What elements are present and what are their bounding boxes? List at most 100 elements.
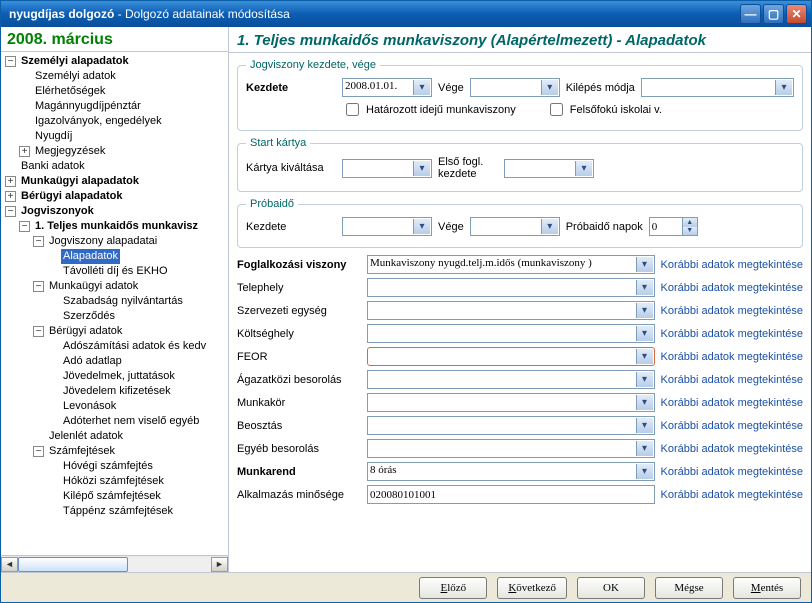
megse-button[interactable]: Mégse bbox=[655, 577, 723, 599]
label-kezdete: Kezdete bbox=[246, 82, 336, 94]
tree-item[interactable]: Hóvégi számfejtés bbox=[61, 459, 155, 474]
tree-item[interactable]: Adószámítási adatok és kedv bbox=[61, 339, 208, 354]
group-probaido: Próbaidő Kezdete Vége Próbaidő napok ▲▼ bbox=[237, 198, 803, 248]
expand-icon[interactable]: − bbox=[33, 281, 44, 292]
legend: Jogviszony kezdete, vége bbox=[246, 59, 380, 71]
scroll-thumb[interactable] bbox=[18, 557, 128, 572]
tree-item[interactable]: Táppénz számfejtések bbox=[61, 504, 175, 519]
foglviszony-combo[interactable]: Munkaviszony nyugd.telj.m.idős (munkavis… bbox=[367, 255, 655, 274]
tree-item[interactable]: Adóterhet nem viselő egyéb bbox=[61, 414, 201, 429]
nav-tree[interactable]: −Személyi alapadatok Személyi adatok Elé… bbox=[1, 52, 228, 555]
expand-icon[interactable]: + bbox=[5, 191, 16, 202]
tree-item[interactable]: Magánnyugdíjpénztár bbox=[33, 99, 143, 114]
tree-item[interactable]: Levonások bbox=[61, 399, 118, 414]
tree-item[interactable]: Jogviszony alapadatai bbox=[47, 234, 159, 249]
expand-icon[interactable]: − bbox=[33, 446, 44, 457]
scroll-left-icon[interactable]: ◄ bbox=[1, 557, 18, 572]
hatarozott-checkbox[interactable]: Határozott idejű munkaviszony bbox=[342, 100, 516, 119]
window-title: nyugdíjas dolgozó - Dolgozó adatainak mó… bbox=[9, 7, 740, 21]
tree-item[interactable]: Bérügyi adatok bbox=[47, 324, 124, 339]
mentes-button[interactable]: Mentés bbox=[733, 577, 801, 599]
tree-item[interactable]: Jövedelmek, juttatások bbox=[61, 369, 177, 384]
prev-data-link[interactable]: Korábbi adatok megtekintése bbox=[661, 328, 803, 340]
tree-item-selected[interactable]: Alapadatok bbox=[61, 249, 120, 264]
felsofoku-checkbox[interactable]: Felsőfokú iskolai v. bbox=[546, 100, 662, 119]
tree-item[interactable]: Jogviszonyok bbox=[19, 204, 96, 219]
tree-item[interactable]: Igazolványok, engedélyek bbox=[33, 114, 164, 129]
prev-data-link[interactable]: Korábbi adatok megtekintése bbox=[661, 351, 803, 363]
horizontal-scrollbar[interactable]: ◄ ► bbox=[1, 555, 228, 572]
tree-item[interactable]: Munkaügyi alapadatok bbox=[19, 174, 141, 189]
prev-data-link[interactable]: Korábbi adatok megtekintése bbox=[661, 282, 803, 294]
proba-vege-combo[interactable] bbox=[470, 217, 560, 236]
tree-item[interactable]: Adó adatlap bbox=[61, 354, 124, 369]
prev-data-link[interactable]: Korábbi adatok megtekintése bbox=[661, 305, 803, 317]
label-vege: Vége bbox=[438, 82, 464, 94]
beosztas-combo[interactable] bbox=[367, 416, 655, 435]
koltseghely-combo[interactable] bbox=[367, 324, 655, 343]
expand-icon[interactable]: − bbox=[19, 221, 30, 232]
spin-up-icon[interactable]: ▲ bbox=[683, 218, 697, 227]
tree-item[interactable]: Személyi adatok bbox=[33, 69, 118, 84]
telephely-combo[interactable] bbox=[367, 278, 655, 297]
legend: Start kártya bbox=[246, 137, 310, 149]
kartya-combo[interactable] bbox=[342, 159, 432, 178]
titlebar: nyugdíjas dolgozó - Dolgozó adatainak mó… bbox=[1, 1, 811, 27]
prev-data-link[interactable]: Korábbi adatok megtekintése bbox=[661, 397, 803, 409]
egyeb-combo[interactable] bbox=[367, 439, 655, 458]
agazatkozi-combo[interactable] bbox=[367, 370, 655, 389]
elozo-button[interactable]: Előző bbox=[419, 577, 487, 599]
expand-icon[interactable]: − bbox=[5, 56, 16, 67]
tree-item[interactable]: Számfejtések bbox=[47, 444, 117, 459]
spin-down-icon[interactable]: ▼ bbox=[683, 227, 697, 236]
tree-item[interactable]: Személyi alapadatok bbox=[19, 54, 131, 69]
window: nyugdíjas dolgozó - Dolgozó adatainak mó… bbox=[0, 0, 812, 603]
expand-icon[interactable]: + bbox=[5, 176, 16, 187]
ok-button[interactable]: OK bbox=[577, 577, 645, 599]
tree-item[interactable]: Elérhetőségek bbox=[33, 84, 107, 99]
tree-item[interactable]: Kilépő számfejtések bbox=[61, 489, 163, 504]
feor-combo[interactable] bbox=[367, 347, 655, 366]
expand-icon[interactable]: + bbox=[19, 146, 30, 157]
tree-item[interactable]: Banki adatok bbox=[19, 159, 87, 174]
maximize-button[interactable]: ▢ bbox=[763, 4, 784, 24]
label-telephely: Telephely bbox=[237, 282, 361, 294]
vege-combo[interactable] bbox=[470, 78, 560, 97]
alkalmazas-input[interactable] bbox=[367, 485, 655, 504]
prev-data-link[interactable]: Korábbi adatok megtekintése bbox=[661, 374, 803, 386]
expand-icon[interactable]: − bbox=[33, 236, 44, 247]
prev-data-link[interactable]: Korábbi adatok megtekintése bbox=[661, 420, 803, 432]
kovetkezo-button[interactable]: Következő bbox=[497, 577, 567, 599]
label-probanapok: Próbaidő napok bbox=[566, 221, 643, 233]
kilepes-combo[interactable] bbox=[641, 78, 794, 97]
prev-data-link[interactable]: Korábbi adatok megtekintése bbox=[661, 466, 803, 478]
tree-item[interactable]: 1. Teljes munkaidős munkavisz bbox=[33, 219, 200, 234]
tree-item[interactable]: Megjegyzések bbox=[33, 144, 107, 159]
close-button[interactable]: ✕ bbox=[786, 4, 807, 24]
tree-item[interactable]: Szabadság nyilvántartás bbox=[61, 294, 185, 309]
probanapok-spinner[interactable]: ▲▼ bbox=[649, 217, 698, 236]
tree-item[interactable]: Hóközi számfejtések bbox=[61, 474, 166, 489]
expand-icon[interactable]: − bbox=[5, 206, 16, 217]
tree-item[interactable]: Szerződés bbox=[61, 309, 117, 324]
expand-icon[interactable]: − bbox=[33, 326, 44, 337]
tree-item[interactable]: Jövedelem kifizetések bbox=[61, 384, 173, 399]
munkakor-combo[interactable] bbox=[367, 393, 655, 412]
kezdete-combo[interactable]: 2008.01.01. bbox=[342, 78, 432, 97]
tree-item[interactable]: Jelenlét adatok bbox=[47, 429, 125, 444]
label-szervezeti: Szervezeti egység bbox=[237, 305, 361, 317]
minimize-button[interactable]: — bbox=[740, 4, 761, 24]
label-kilepes: Kilépés módja bbox=[566, 82, 635, 94]
szervezeti-combo[interactable] bbox=[367, 301, 655, 320]
tree-item[interactable]: Nyugdíj bbox=[33, 129, 74, 144]
tree-item[interactable]: Bérügyi alapadatok bbox=[19, 189, 124, 204]
prev-data-link[interactable]: Korábbi adatok megtekintése bbox=[661, 259, 803, 271]
prev-data-link[interactable]: Korábbi adatok megtekintése bbox=[661, 489, 803, 501]
munkarend-combo[interactable]: 8 órás bbox=[367, 462, 655, 481]
tree-item[interactable]: Munkaügyi adatok bbox=[47, 279, 140, 294]
elsofogl-combo[interactable] bbox=[504, 159, 594, 178]
prev-data-link[interactable]: Korábbi adatok megtekintése bbox=[661, 443, 803, 455]
tree-item[interactable]: Távolléti díj és EKHO bbox=[61, 264, 170, 279]
proba-kezdete-combo[interactable] bbox=[342, 217, 432, 236]
scroll-right-icon[interactable]: ► bbox=[211, 557, 228, 572]
